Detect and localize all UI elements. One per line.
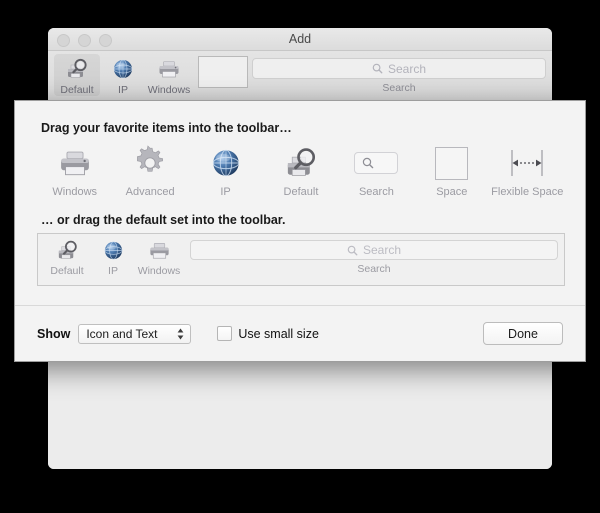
show-dropdown[interactable]: Icon and Text xyxy=(78,324,191,344)
customize-toolbar-sheet: Drag your favorite items into the toolba… xyxy=(14,100,586,362)
palette-item-ip-label: IP xyxy=(220,186,230,198)
default-set-search-input[interactable]: Search xyxy=(190,240,558,260)
default-set-search-placeholder: Search xyxy=(363,243,401,257)
default-set-item-default-label: Default xyxy=(50,265,83,277)
palette-item-ip[interactable]: IP xyxy=(188,143,263,198)
palette-item-flexible-space[interactable]: Flexible Space xyxy=(490,143,565,198)
sheet-controls-bar: Show Icon and Text Use small size Done xyxy=(15,305,585,361)
printer-magnifier-icon xyxy=(55,238,80,263)
toolbar-item-palette: Windows Advanced xyxy=(37,143,565,198)
toolbar-item-ip[interactable]: IP xyxy=(100,54,146,96)
use-small-size-row[interactable]: Use small size xyxy=(217,326,319,341)
palette-item-space[interactable]: Space xyxy=(414,143,489,198)
printer-magnifier-icon xyxy=(64,56,90,82)
palette-item-search[interactable]: Search xyxy=(339,143,414,198)
palette-item-advanced[interactable]: Advanced xyxy=(112,143,187,198)
window-titlebar: Add xyxy=(48,28,552,51)
default-set-search-group: Search Search xyxy=(190,236,558,275)
default-set-heading: … or drag the default set into the toolb… xyxy=(41,213,285,227)
chevron-updown-icon xyxy=(177,327,184,340)
default-set-item-default[interactable]: Default xyxy=(44,236,90,277)
window-title: Add xyxy=(48,28,552,50)
toolbar-item-windows[interactable]: Windows xyxy=(146,54,192,96)
toolbar-item-default[interactable]: Default xyxy=(54,54,100,96)
printer-icon xyxy=(56,143,94,183)
toolbar-search-group: Search Search xyxy=(252,54,546,94)
default-set-search-label: Search xyxy=(357,263,390,275)
globe-icon xyxy=(209,143,243,183)
done-button[interactable]: Done xyxy=(483,322,563,345)
default-set-item-ip[interactable]: IP xyxy=(90,236,136,277)
printer-icon xyxy=(156,56,182,82)
screen: Add Default xyxy=(0,0,600,513)
search-input[interactable]: Search xyxy=(252,58,546,79)
toolbar-item-ip-label: IP xyxy=(118,84,128,96)
show-label: Show xyxy=(37,327,70,341)
minimize-button[interactable] xyxy=(78,34,91,47)
toolbar-item-default-label: Default xyxy=(60,84,93,96)
default-set-item-windows[interactable]: Windows xyxy=(136,236,182,277)
globe-icon xyxy=(111,56,135,82)
favorites-heading: Drag your favorite items into the toolba… xyxy=(41,121,292,135)
palette-item-advanced-label: Advanced xyxy=(126,186,175,198)
printer-magnifier-icon xyxy=(282,143,320,183)
palette-item-windows[interactable]: Windows xyxy=(37,143,112,198)
palette-item-search-label: Search xyxy=(359,186,394,198)
globe-icon xyxy=(102,238,125,263)
search-icon xyxy=(372,63,383,74)
default-set-item-windows-label: Windows xyxy=(138,265,181,277)
use-small-size-label: Use small size xyxy=(238,327,319,341)
gear-icon xyxy=(132,143,168,183)
palette-item-flexible-space-label: Flexible Space xyxy=(491,186,563,198)
window-toolbar: Default xyxy=(48,51,552,103)
default-set-item-ip-label: IP xyxy=(108,265,118,277)
palette-item-space-label: Space xyxy=(436,186,467,198)
traffic-light-group xyxy=(57,34,112,47)
toolbar-space-item[interactable] xyxy=(198,56,248,88)
toolbar-search-label: Search xyxy=(382,82,415,94)
palette-item-windows-label: Windows xyxy=(52,186,97,198)
palette-item-default[interactable]: Default xyxy=(263,143,338,198)
space-icon xyxy=(435,143,468,183)
palette-item-default-label: Default xyxy=(284,186,319,198)
default-set-toolbar[interactable]: Default xyxy=(37,233,565,286)
printer-icon xyxy=(147,238,172,263)
toolbar-item-windows-label: Windows xyxy=(148,84,191,96)
zoom-button[interactable] xyxy=(99,34,112,47)
search-placeholder: Search xyxy=(388,62,426,76)
search-field-icon xyxy=(354,143,398,183)
search-icon xyxy=(347,245,358,256)
show-dropdown-value: Icon and Text xyxy=(86,327,157,341)
close-button[interactable] xyxy=(57,34,70,47)
use-small-size-checkbox[interactable] xyxy=(217,326,232,341)
flexible-space-icon xyxy=(510,143,544,183)
